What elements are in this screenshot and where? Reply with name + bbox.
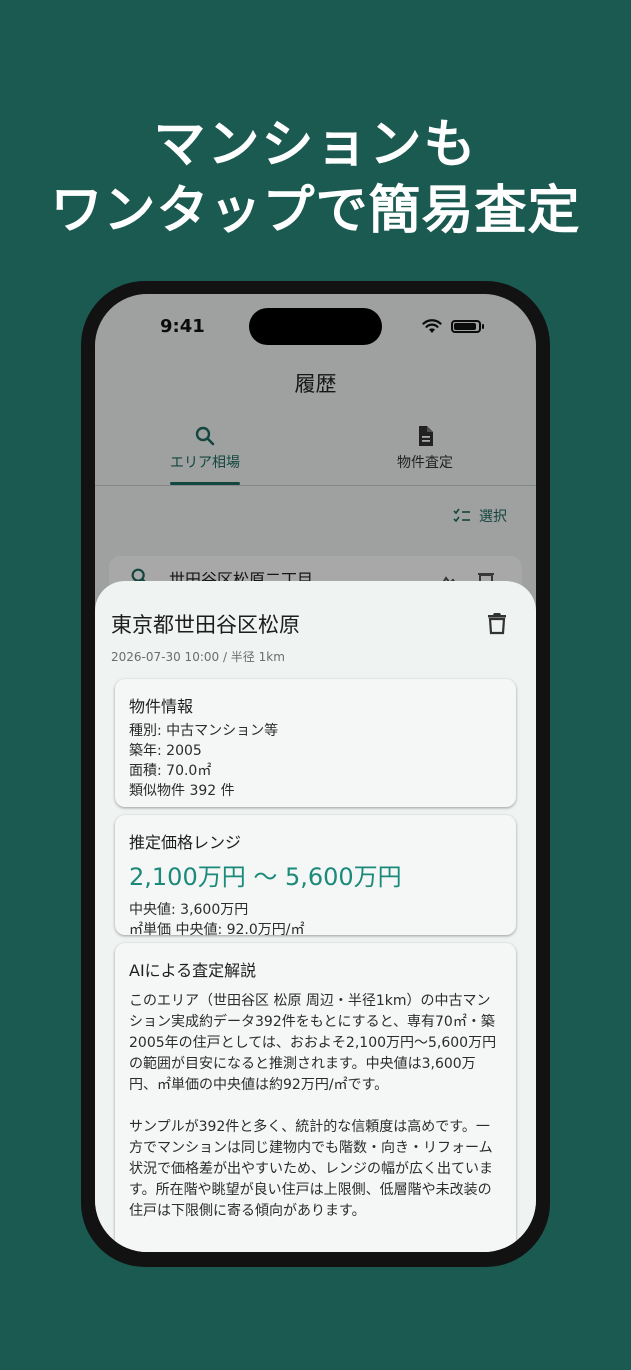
ai-text-line: 状況で価格差が出やすいため、レンジの幅が広く出ていま xyxy=(129,1161,493,1177)
phone-frame: 9:41 履歴 エリア相場 物件査定 選択 世田谷区松原二丁目 東京都世田谷区松… xyxy=(81,281,550,1267)
card-heading: AIによる査定解説 xyxy=(129,961,257,980)
unit-median-price: ㎡単価 中央値: 92.0万円/㎡ xyxy=(129,922,305,938)
trash-icon[interactable] xyxy=(486,611,508,635)
ai-text-line: 住戸は下限側に寄る傾向があります。 xyxy=(129,1203,366,1219)
ai-text-line: このエリア（世田谷区 松原 周辺・半径1km）の中古マン xyxy=(129,993,491,1009)
ai-text-line: ション実成約データ392件をもとにすると、専有70㎡・築 xyxy=(129,1014,495,1030)
ai-text-line: す。所在階や眺望が良い住戸は上限側、低層階や未改装の xyxy=(129,1182,492,1198)
ai-explanation-card: AIによる査定解説 このエリア（世田谷区 松原 周辺・半径1km）の中古マン シ… xyxy=(115,943,516,1252)
sheet-meta: 2026-07-30 10:00 / 半径 1km xyxy=(111,650,285,664)
promo-headline: マンションも ワンタップで簡易査定 xyxy=(0,112,631,244)
card-heading: 推定価格レンジ xyxy=(129,833,242,852)
bottom-sheet: 東京都世田谷区松原 2026-07-30 10:00 / 半径 1km 物件情報… xyxy=(95,581,536,1252)
sheet-title: 東京都世田谷区松原 xyxy=(111,613,300,637)
ai-text-line: 円、㎡単価の中央値は約92万円/㎡です。 xyxy=(129,1077,389,1093)
ai-text-line: の範囲が目安になると推測されます。中央値は3,600万 xyxy=(129,1056,476,1072)
price-range-card: 推定価格レンジ 2,100万円 〜 5,600万円 中央値: 3,600万円 ㎡… xyxy=(115,815,516,938)
card-heading: 物件情報 xyxy=(129,697,194,716)
ai-explanation-text: このエリア（世田谷区 松原 周辺・半径1km）の中古マン ション実成約データ39… xyxy=(129,991,502,1222)
ai-text-line: 2005年の住戸としては、おおよそ2,100万円〜5,600万円 xyxy=(129,1035,497,1051)
headline-line-1: マンションも xyxy=(153,115,478,175)
property-info-card: 物件情報 種別: 中古マンション等 築年: 2005 面積: 70.0㎡ 類似物… xyxy=(115,679,516,807)
phone-screen: 9:41 履歴 エリア相場 物件査定 選択 世田谷区松原二丁目 東京都世田谷区松… xyxy=(95,294,536,1252)
property-built-year: 築年: 2005 xyxy=(129,743,202,759)
price-range: 2,100万円 〜 5,600万円 xyxy=(129,863,402,891)
similar-count: 類似物件 392 件 xyxy=(129,783,235,799)
property-type: 種別: 中古マンション等 xyxy=(129,723,279,739)
ai-text-line: サンプルが392件と多く、統計的な信頼度は高めです。一 xyxy=(129,1119,490,1135)
headline-line-2: ワンタップで簡易査定 xyxy=(50,181,581,241)
ai-text-line: 方でマンションは同じ建物内でも階数・向き・リフォーム xyxy=(129,1140,493,1156)
median-price: 中央値: 3,600万円 xyxy=(129,902,249,918)
property-area: 面積: 70.0㎡ xyxy=(129,763,212,779)
